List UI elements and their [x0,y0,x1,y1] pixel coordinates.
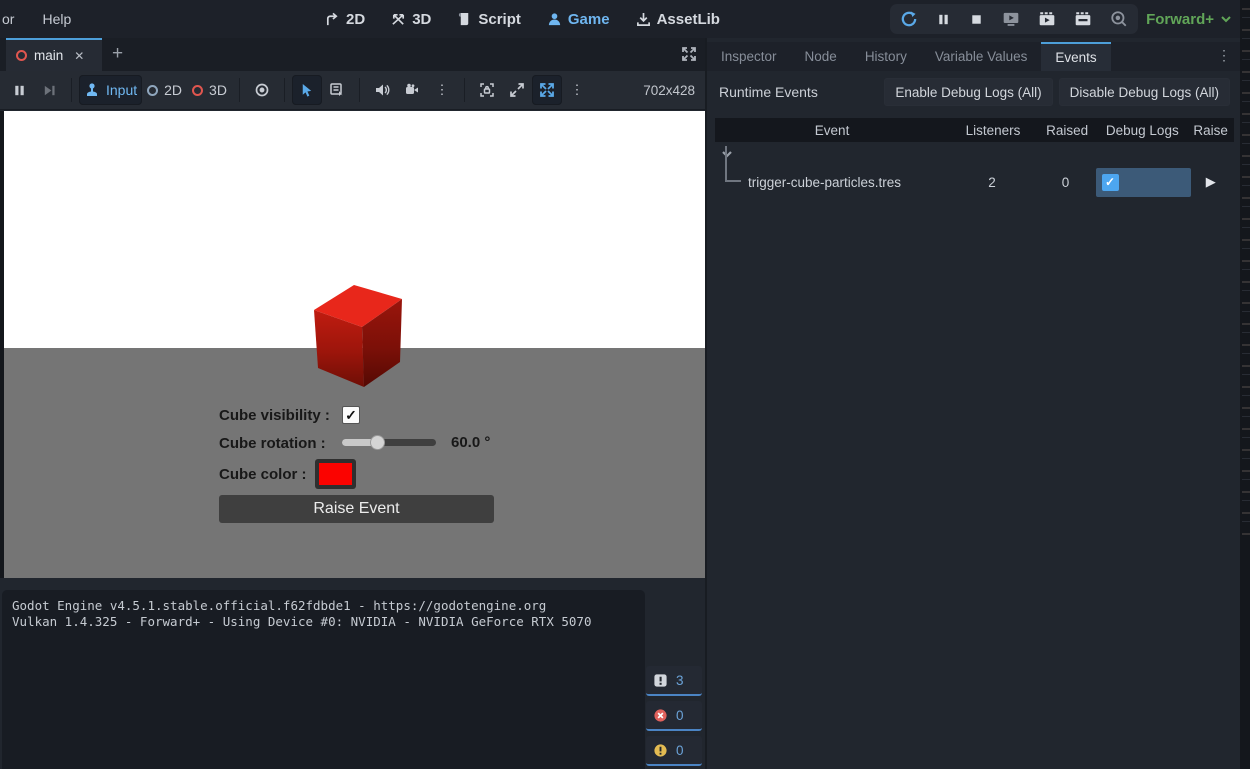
menu-help[interactable]: Help [28,0,85,38]
runtime-events-header: Runtime Events Enable Debug Logs (All) D… [707,71,1242,113]
assetlib-workspace-icon [636,12,651,27]
cube-visibility-label: Cube visibility : [219,407,330,424]
playback-toolbar [890,4,1138,34]
stop-button[interactable] [969,12,984,27]
scene-tab-main[interactable]: main ✕ [6,38,102,71]
dock-tab-bar: Inspector Node History Variable Values E… [707,42,1242,71]
warning-count-toggle[interactable]: 0 [646,736,702,766]
3d-mode-button[interactable]: 3D [187,75,232,105]
next-frame-button[interactable] [34,75,64,105]
disable-debug-logs-button[interactable]: Disable Debug Logs (All) [1059,78,1230,106]
3d-radio-icon [192,85,203,96]
select-mode-button[interactable] [292,75,322,105]
mute-audio-button[interactable] [367,75,397,105]
workspace-assetlib[interactable]: AssetLib [636,11,720,28]
tab-node[interactable]: Node [791,42,851,71]
close-tab-icon[interactable]: ✕ [74,49,84,63]
workspace-game[interactable]: Game [547,11,610,28]
minimap-sliver [1242,8,1250,538]
raise-event-play-button[interactable]: ▶ [1188,174,1234,190]
more-options-menu[interactable]: ⋮ [427,75,457,105]
event-table-row[interactable]: trigger-cube-particles.tres 2 0 ✓ ▶ [715,164,1234,200]
event-listeners: 2 [948,175,1035,190]
event-raised: 0 [1036,175,1096,190]
camera-override-button[interactable] [247,75,277,105]
viewport-resolution: 702x428 [643,83,695,98]
dock-options-menu[interactable]: ⋮ [1217,47,1232,64]
scene-icon [16,50,27,61]
main-workspace-area: main ✕ + Input 2D 3D [0,38,705,769]
play-custom-scene-button[interactable] [1074,10,1092,28]
size-options-menu[interactable]: ⋮ [562,75,592,105]
editor-topbar: or Help 2D 3D Script Game AssetLib [0,0,1250,38]
event-name: trigger-cube-particles.tres [715,175,948,190]
cube-color-label: Cube color : [219,466,307,483]
embed-keep-aspect-button[interactable] [472,75,502,105]
play-remote-button[interactable] [1002,10,1020,28]
2d-workspace-icon [325,12,340,27]
scene-tab-bar: main ✕ + [0,38,705,71]
camera-preview-button[interactable] [397,75,427,105]
2d-radio-icon [147,85,158,96]
right-dock: Inspector Node History Variable Values E… [705,38,1240,769]
workspace-switcher: 2D 3D Script Game AssetLib [325,0,720,38]
pause-button[interactable] [936,12,951,27]
workspace-script[interactable]: Script [457,11,521,28]
add-scene-tab-button[interactable]: + [112,42,123,66]
joystick-icon [84,82,100,98]
cube-rotation-value: 60.0 ° [451,434,490,451]
column-raised[interactable]: Raised [1037,123,1097,138]
cube-rotation-label: Cube rotation : [219,435,326,452]
column-event[interactable]: Event [715,123,949,138]
game-view-toolbar: Input 2D 3D ⋮ ⋮ 702x428 [0,71,705,110]
tab-variable-values[interactable]: Variable Values [921,42,1042,71]
restart-button[interactable] [900,10,918,28]
input-mode-button[interactable]: Input [79,75,142,105]
column-listeners[interactable]: Listeners [949,123,1037,138]
chevron-down-icon [1220,13,1232,25]
debug-logs-cell[interactable]: ✓ [1096,168,1188,197]
embed-window-button[interactable] [502,75,532,105]
2d-mode-button[interactable]: 2D [142,75,187,105]
collapsed-panel-edge[interactable] [1240,0,1250,769]
warning-icon [653,743,668,758]
error-count-toggle[interactable]: 0 [646,701,702,731]
red-cube [305,281,407,389]
godot-editor-window: or Help 2D 3D Script Game AssetLib [0,0,1250,769]
selection-list-button[interactable] [322,75,352,105]
tab-history[interactable]: History [851,42,921,71]
play-scene-button[interactable] [1038,10,1056,28]
renderer-dropdown[interactable]: Forward+ [1146,0,1232,38]
cube-rotation-slider[interactable] [342,439,436,446]
cube-color-picker[interactable] [315,459,356,489]
raise-event-button[interactable]: Raise Event [219,495,494,523]
3d-workspace-icon [391,12,406,27]
message-count-toggle[interactable]: 3 [646,666,702,696]
enable-debug-logs-button[interactable]: Enable Debug Logs (All) [884,78,1052,106]
expand-panel-icon[interactable] [681,46,697,62]
cube-visibility-checkbox[interactable]: ✓ [342,406,360,424]
error-icon [653,708,668,723]
debug-logs-checkbox[interactable]: ✓ [1102,174,1119,191]
events-table-header: Event Listeners Raised Debug Logs Raise [715,118,1234,142]
game-viewport[interactable]: Cube visibility : ✓ Cube rotation : 60.0… [0,111,705,578]
column-raise[interactable]: Raise [1187,123,1234,138]
runtime-events-label: Runtime Events [719,84,818,100]
column-debug-logs[interactable]: Debug Logs [1097,123,1187,138]
color-swatch [319,463,352,485]
movie-maker-button[interactable] [1110,10,1128,28]
script-workspace-icon [457,12,472,27]
menu-editor-partial[interactable]: or [0,0,28,38]
slider-grabber[interactable] [370,435,385,450]
pause-game-button[interactable] [4,75,34,105]
game-workspace-icon [547,12,562,27]
tab-events[interactable]: Events [1041,42,1110,71]
message-icon [653,673,668,688]
workspace-2d[interactable]: 2D [325,11,365,28]
workspace-3d[interactable]: 3D [391,11,431,28]
output-panel: Godot Engine v4.5.1.stable.official.f62f… [0,578,705,769]
fullscreen-embed-button[interactable] [532,75,562,105]
tab-inspector[interactable]: Inspector [707,42,791,71]
output-console[interactable]: Godot Engine v4.5.1.stable.official.f62f… [2,590,645,769]
